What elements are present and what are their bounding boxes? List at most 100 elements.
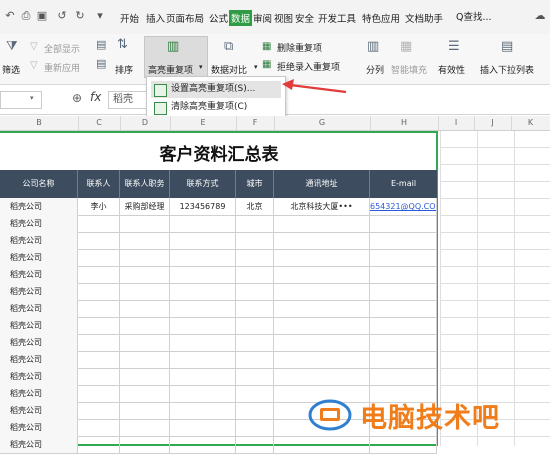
table-cell[interactable]	[236, 215, 274, 232]
table-cell[interactable]	[170, 215, 236, 232]
table-cell[interactable]	[78, 385, 120, 402]
table-cell[interactable]	[170, 300, 236, 317]
email-link[interactable]: 654321@QQ.COM	[370, 198, 437, 215]
table-cell[interactable]: 稻壳公司	[0, 368, 78, 385]
undo-arrow-icon[interactable]: ↺	[56, 10, 68, 22]
table-cell[interactable]	[78, 232, 120, 249]
table-cell[interactable]: 稻壳公司	[0, 351, 78, 368]
table-cell[interactable]	[370, 436, 437, 453]
split-column-label[interactable]: 分列	[366, 63, 384, 76]
data-compare-label[interactable]: 数据对比	[211, 63, 247, 76]
menu-insert[interactable]: 插入	[146, 11, 165, 25]
table-cell[interactable]	[370, 368, 437, 385]
column-header[interactable]: E	[170, 116, 237, 130]
name-box[interactable]	[0, 91, 42, 109]
split-column-icon[interactable]: ▥	[367, 40, 379, 54]
menu-item-clear-highlight[interactable]: 清除高亮重复项(C)	[151, 99, 281, 116]
table-cell[interactable]: 稻壳公司	[0, 198, 78, 215]
table-cell[interactable]	[120, 385, 170, 402]
menu-review[interactable]: 审阅	[253, 11, 272, 25]
table-cell[interactable]	[236, 436, 274, 453]
table-cell[interactable]: 稻壳公司	[0, 436, 78, 453]
table-cell[interactable]	[120, 266, 170, 283]
table-cell[interactable]	[236, 249, 274, 266]
table-cell[interactable]	[370, 215, 437, 232]
sort-label[interactable]: 排序	[115, 63, 133, 76]
insert-dropdown-label[interactable]: 插入下拉列表	[480, 63, 534, 76]
header-cell[interactable]: 通讯地址	[274, 170, 370, 198]
print-icon[interactable]: ⎙	[20, 10, 32, 22]
table-cell[interactable]	[78, 317, 120, 334]
table-cell[interactable]	[236, 283, 274, 300]
table-cell[interactable]	[170, 402, 236, 419]
table-cell[interactable]: 稻壳公司	[0, 385, 78, 402]
delete-duplicates-button[interactable]: 删除重复项	[277, 41, 322, 54]
undo-icon[interactable]: ↶	[4, 10, 16, 22]
table-cell[interactable]	[370, 334, 437, 351]
table-cell[interactable]: 北京科技大厦•••	[274, 198, 370, 215]
menu-page-layout[interactable]: 页面布局	[166, 11, 204, 25]
header-cell[interactable]: 联系方式	[170, 170, 236, 198]
table-cell[interactable]	[370, 249, 437, 266]
table-cell[interactable]: 稻壳公司	[0, 266, 78, 283]
name-box-chevron-icon[interactable]: ▾	[30, 94, 34, 102]
table-cell[interactable]	[274, 283, 370, 300]
table-cell[interactable]	[170, 249, 236, 266]
data-compare-icon[interactable]: ⧉	[224, 40, 233, 54]
table-cell[interactable]	[370, 317, 437, 334]
show-all-button[interactable]: 全部显示	[44, 42, 80, 55]
reject-duplicates-button[interactable]: 拒绝录入重复项	[277, 60, 340, 73]
column-header[interactable]: C	[78, 116, 121, 130]
table-cell[interactable]	[236, 317, 274, 334]
table-cell[interactable]: 稻壳公司	[0, 283, 78, 300]
table-cell[interactable]	[78, 368, 120, 385]
table-cell[interactable]	[236, 419, 274, 436]
column-header[interactable]: I	[438, 116, 475, 130]
table-cell[interactable]	[370, 232, 437, 249]
table-cell[interactable]	[274, 215, 370, 232]
menu-doc-assistant[interactable]: 文档助手	[405, 11, 443, 25]
validity-icon[interactable]: ☰	[448, 40, 460, 54]
table-cell[interactable]: 李小	[78, 198, 120, 215]
table-cell[interactable]	[120, 436, 170, 453]
filter-label[interactable]: 筛选	[2, 63, 20, 76]
table-cell[interactable]	[274, 232, 370, 249]
table-cell[interactable]	[78, 283, 120, 300]
header-cell[interactable]: 联系人职务	[120, 170, 170, 198]
table-cell[interactable]: 123456789	[170, 198, 236, 215]
table-cell[interactable]	[370, 283, 437, 300]
preview-icon[interactable]: ▣	[36, 10, 48, 22]
header-cell[interactable]: 城市	[236, 170, 274, 198]
menu-item-set-highlight[interactable]: 设置高亮重复项(S)...	[151, 81, 281, 98]
header-cell[interactable]: 公司名称	[0, 170, 78, 198]
column-header[interactable]: K	[511, 116, 550, 130]
table-cell[interactable]	[78, 249, 120, 266]
table-cell[interactable]	[170, 232, 236, 249]
table-cell[interactable]	[236, 266, 274, 283]
table-cell[interactable]	[236, 334, 274, 351]
table-cell[interactable]: 稻壳公司	[0, 317, 78, 334]
fx-icon[interactable]: fx	[90, 90, 101, 104]
table-cell[interactable]	[274, 300, 370, 317]
table-cell[interactable]	[120, 249, 170, 266]
zoom-icon[interactable]: ⊕	[72, 91, 82, 105]
table-cell[interactable]	[236, 351, 274, 368]
menu-special[interactable]: 特色应用	[362, 11, 400, 25]
table-cell[interactable]	[236, 232, 274, 249]
header-cell[interactable]: 联系人	[78, 170, 120, 198]
table-cell[interactable]: 北京	[236, 198, 274, 215]
table-cell[interactable]: 稻壳公司	[0, 232, 78, 249]
table-cell[interactable]: 稻壳公司	[0, 419, 78, 436]
table-cell[interactable]	[120, 334, 170, 351]
table-cell[interactable]	[78, 419, 120, 436]
table-cell[interactable]	[78, 436, 120, 453]
table-cell[interactable]: 稻壳公司	[0, 300, 78, 317]
table-cell[interactable]	[120, 232, 170, 249]
smart-fill-label[interactable]: 智能填充	[391, 63, 427, 76]
redo-arrow-icon[interactable]: ↻	[74, 10, 86, 22]
menu-data[interactable]: 数据	[229, 10, 253, 26]
table-cell[interactable]	[78, 215, 120, 232]
table-cell[interactable]	[370, 351, 437, 368]
filter-icon[interactable]: ⧩	[6, 40, 18, 54]
table-cell[interactable]	[170, 317, 236, 334]
